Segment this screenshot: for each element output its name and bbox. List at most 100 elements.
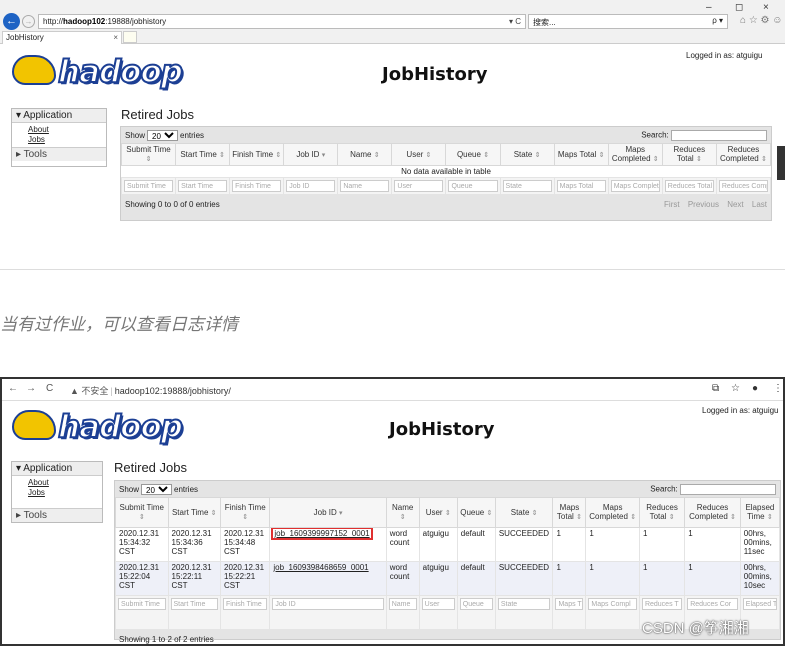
col-queue[interactable]: Queue ⇕ <box>456 497 496 528</box>
filter-start-time[interactable]: Start Time <box>178 180 228 192</box>
entries-select[interactable]: 20 <box>147 129 179 141</box>
search-icon[interactable]: ρ ▾ <box>712 16 723 25</box>
col-queue[interactable]: Queue ⇕ <box>445 143 501 166</box>
filter-user[interactable]: User <box>394 180 444 192</box>
filter-queue[interactable]: Queue <box>448 180 498 192</box>
filter-reduces-completed[interactable]: Reduces Cor <box>687 598 738 610</box>
table-search: Search: <box>641 129 767 141</box>
filter-reduces-total[interactable]: Reduces T <box>641 598 683 610</box>
cell-start: 2020.12.31 15:34:36 CST <box>167 527 221 562</box>
col-user[interactable]: User ⇕ <box>418 497 458 528</box>
sidebar-tools[interactable]: ▸ Tools <box>12 508 102 522</box>
cell-reduces-total: 1 <box>638 527 686 562</box>
pager-previous[interactable]: Previous <box>688 200 719 209</box>
job-id-link[interactable]: job_1609398468659_0001 <box>273 563 368 572</box>
cell-maps-total: 1 <box>552 527 587 562</box>
cell-submit: 2020.12.31 15:34:32 CST <box>115 527 169 562</box>
filter-name[interactable]: Name <box>388 598 417 610</box>
section-title: Retired Jobs <box>121 107 194 122</box>
address-bar[interactable]: ▲ 不安全 | hadoop102:19888/jobhistory/ <box>70 384 231 397</box>
filter-queue[interactable]: Queue <box>459 598 493 610</box>
col-state[interactable]: State ⇕ <box>499 143 555 166</box>
filter-finish-time[interactable]: Finish Time <box>232 180 282 192</box>
col-finish-time[interactable]: Finish Time ⇕ <box>229 143 285 166</box>
col-reduces-completed[interactable]: Reduces Completed ⇕ <box>684 497 741 528</box>
browser-tab[interactable]: JobHistory × <box>2 31 122 44</box>
col-name[interactable]: Name ⇕ <box>385 497 420 528</box>
col-maps-total[interactable]: Maps Total ⇕ <box>552 497 587 528</box>
side-scroll-tab[interactable] <box>777 146 785 180</box>
col-reduces-total[interactable]: Reduces Total ⇕ <box>638 497 686 528</box>
col-submit-time[interactable]: Submit Time ⇕ <box>115 497 169 528</box>
filter-state[interactable]: State <box>502 180 552 192</box>
filter-elapsed-time[interactable]: Elapsed T <box>742 598 777 610</box>
filter-reduces-total[interactable]: Reduces Total <box>664 180 714 192</box>
filter-job-id[interactable]: Job ID <box>286 180 336 192</box>
sidebar-application[interactable]: ▾ Application <box>12 109 106 123</box>
col-start-time[interactable]: Start Time ⇕ <box>175 143 231 166</box>
filter-maps-total[interactable]: Maps Total <box>556 180 606 192</box>
sidebar-application[interactable]: ▾ Application <box>12 462 102 476</box>
address-bar[interactable]: http://hadoop102:19888/jobhistory ▾ C <box>38 14 526 29</box>
table-search-input[interactable] <box>680 483 776 495</box>
filter-maps-completed[interactable]: Maps Completed <box>610 180 660 192</box>
filter-start-time[interactable]: Start Time <box>170 598 218 610</box>
col-start-time[interactable]: Start Time ⇕ <box>167 497 221 528</box>
sidebar-item-jobs[interactable]: Jobs <box>28 135 90 145</box>
sidebar-item-about[interactable]: About <box>28 478 86 488</box>
col-elapsed-time[interactable]: Elapsed Time ⇕ <box>739 497 781 528</box>
col-maps-completed[interactable]: Maps Completed ⇕ <box>607 143 663 166</box>
logged-in-text: Logged in as: atguigu <box>702 406 779 415</box>
filter-submit-time[interactable]: Submit Time <box>118 598 166 610</box>
toolbar-icons[interactable]: ⌂ ☆ ⚙ ☺ <box>740 15 783 26</box>
cell-elapsed: 00hrs, 00mins, 10sec <box>739 561 781 596</box>
col-maps-completed[interactable]: Maps Completed ⇕ <box>585 497 640 528</box>
col-reduces-total[interactable]: Reduces Total ⇕ <box>661 143 717 166</box>
sidebar-item-about[interactable]: About <box>28 125 90 135</box>
col-job-id[interactable]: Job ID ▾ <box>269 497 387 528</box>
entries-select[interactable]: 20 <box>141 483 173 495</box>
col-state[interactable]: State ⇕ <box>494 497 554 528</box>
elephant-icon <box>12 54 56 85</box>
filter-submit-time[interactable]: Submit Time <box>124 180 174 192</box>
filter-maps-completed[interactable]: Maps Compl <box>588 598 637 610</box>
col-reduces-completed[interactable]: Reduces Completed ⇕ <box>715 143 772 166</box>
maximize-button[interactable]: ◻ <box>735 2 743 13</box>
table-search-input[interactable] <box>671 129 767 141</box>
translate-icon[interactable]: ⧉ <box>712 383 719 394</box>
filter-reduces-completed[interactable]: Reduces Compl <box>718 180 768 192</box>
filter-job-id[interactable]: Job ID <box>272 598 384 610</box>
pager-next[interactable]: Next <box>727 200 743 209</box>
col-name[interactable]: Name ⇕ <box>337 143 393 166</box>
tab-close-icon[interactable]: × <box>113 33 118 42</box>
new-tab-button[interactable] <box>123 31 137 43</box>
profile-icon[interactable]: ● <box>752 383 758 394</box>
back-icon[interactable]: ← <box>8 383 18 394</box>
col-maps-total[interactable]: Maps Total ⇕ <box>553 143 609 166</box>
refresh-icon[interactable]: ▾ C <box>509 17 521 26</box>
sidebar-item-jobs[interactable]: Jobs <box>28 488 86 498</box>
pager-last[interactable]: Last <box>752 200 767 209</box>
minimize-button[interactable]: – <box>706 2 712 13</box>
filter-state[interactable]: State <box>497 598 551 610</box>
close-window-button[interactable]: × <box>763 2 769 13</box>
reload-icon[interactable]: C <box>46 383 53 394</box>
menu-icon[interactable]: ⋮ <box>773 383 783 394</box>
job-id-link-highlighted[interactable]: job_1609399997152_0001 <box>271 528 373 540</box>
back-button[interactable]: ← <box>3 13 20 30</box>
filter-user[interactable]: User <box>421 598 455 610</box>
filter-name[interactable]: Name <box>340 180 390 192</box>
col-submit-time[interactable]: Submit Time ⇕ <box>120 143 177 166</box>
pager-first[interactable]: First <box>664 200 680 209</box>
filter-maps-total[interactable]: Maps T <box>555 598 584 610</box>
forward-button[interactable]: → <box>22 15 35 28</box>
search-box[interactable]: 搜索... ρ ▾ <box>528 14 728 29</box>
col-job-id[interactable]: Job ID ▾ <box>283 143 339 166</box>
bookmark-star-icon[interactable]: ☆ <box>731 383 740 394</box>
filter-finish-time[interactable]: Finish Time <box>223 598 268 610</box>
sidebar-tools[interactable]: ▸ Tools <box>12 147 106 161</box>
jobs-table: Submit Time ⇕ Start Time ⇕ Finish Time ⇕… <box>115 497 781 630</box>
col-user[interactable]: User ⇕ <box>391 143 447 166</box>
col-finish-time[interactable]: Finish Time ⇕ <box>219 497 271 528</box>
forward-icon[interactable]: → <box>26 383 36 394</box>
